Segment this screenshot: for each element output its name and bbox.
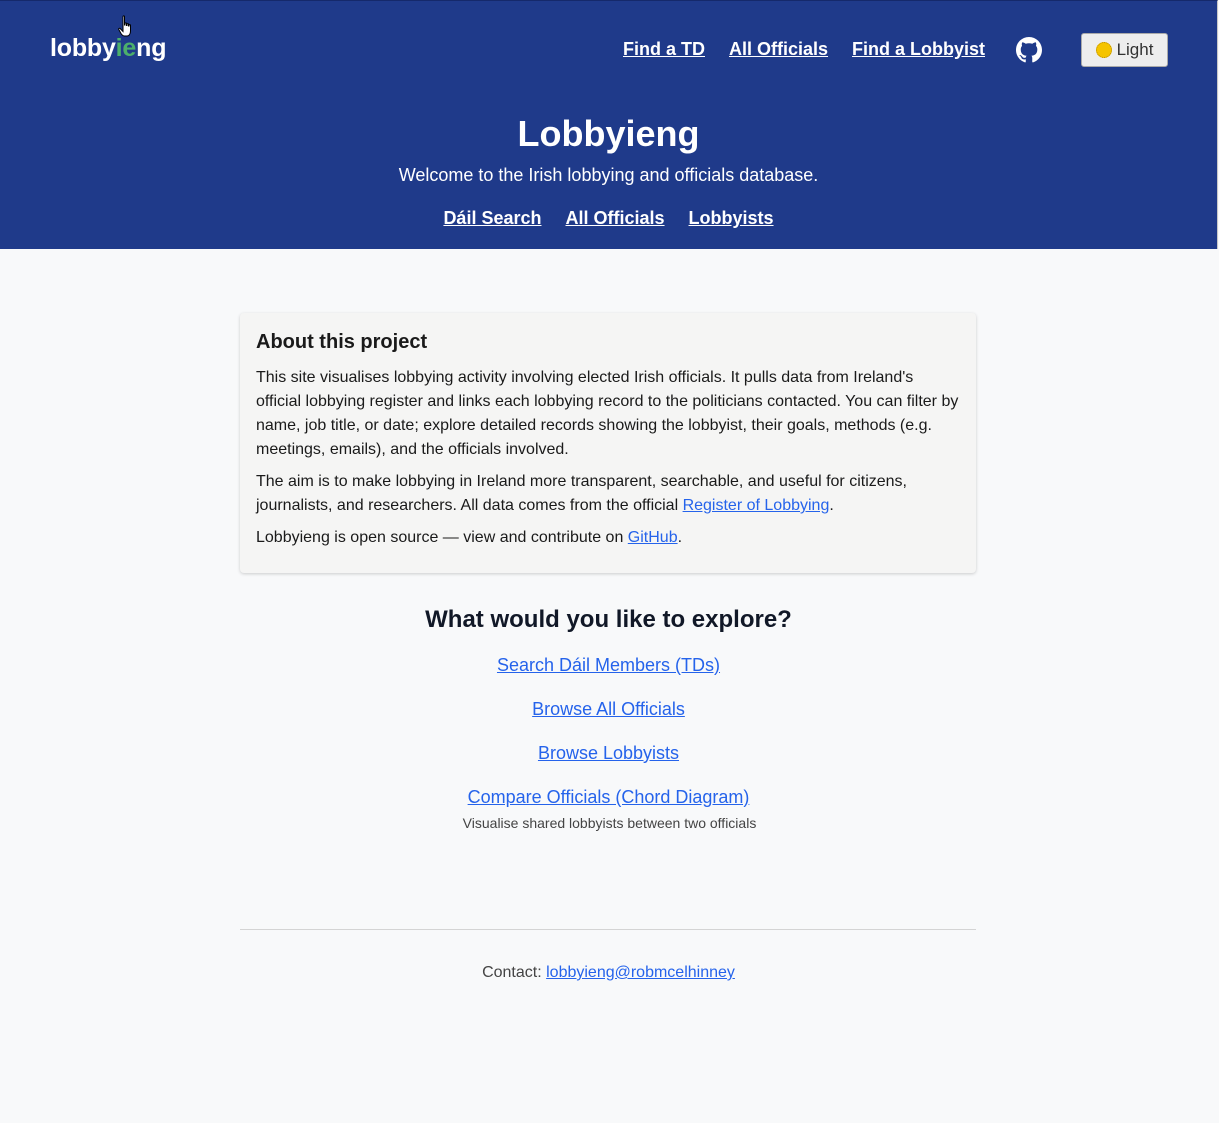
- site-header: lobbyieng Find a TD All Officials Find a…: [0, 0, 1218, 249]
- hero-subtitle: Welcome to the Irish lobbying and offici…: [398, 165, 819, 185]
- search-dail-members-link[interactable]: Search Dáil Members (TDs): [497, 655, 720, 675]
- top-nav: Find a TD All Officials Find a Lobbyist: [623, 39, 1009, 60]
- about-paragraph-3: Lobbyieng is open source — view and cont…: [256, 526, 960, 550]
- nav-find-lobbyist-link[interactable]: Find a Lobbyist: [852, 39, 985, 60]
- theme-toggle-label: Light: [1116, 40, 1154, 59]
- site-footer: Contact: lobbyieng@robmcelhinney: [0, 964, 1217, 982]
- about-paragraph-3-end: .: [677, 529, 683, 546]
- about-paragraph-2-end: .: [829, 497, 834, 514]
- register-of-lobbying-link[interactable]: Register of Lobbying: [683, 497, 830, 514]
- hero-dail-search-link[interactable]: Dáil Search: [443, 208, 541, 229]
- footer-divider: [240, 929, 976, 930]
- chord-diagram-note: Visualise shared lobbyists between two o…: [462, 815, 757, 831]
- about-paragraph-1: This site visualises lobbying activity i…: [256, 369, 959, 458]
- about-card: About this project This site visualises …: [240, 313, 976, 573]
- nav-all-officials-link[interactable]: All Officials: [729, 39, 828, 60]
- browse-all-officials-link[interactable]: Browse All Officials: [532, 699, 685, 719]
- theme-toggle-button[interactable]: Light: [1081, 33, 1168, 67]
- hero-title: Lobbyieng: [517, 113, 700, 154]
- github-icon[interactable]: [1016, 37, 1042, 63]
- contact-email-link[interactable]: lobbyieng@robmcelhinney: [546, 964, 735, 981]
- github-icon-svg: [1016, 37, 1042, 63]
- about-paragraph-3-text: Lobbyieng is open source — view and cont…: [256, 529, 628, 546]
- github-link[interactable]: GitHub: [628, 529, 678, 546]
- hand-cursor-icon: [118, 15, 131, 37]
- explore-item: Search Dáil Members (TDs): [0, 655, 1217, 699]
- browse-lobbyists-link[interactable]: Browse Lobbyists: [538, 743, 679, 763]
- explore-item: Browse All Officials: [0, 699, 1217, 743]
- logo-link[interactable]: lobbyieng: [50, 34, 166, 63]
- about-heading: About this project: [256, 331, 428, 353]
- hero-lobbyists-link[interactable]: Lobbyists: [689, 208, 774, 229]
- compare-officials-link[interactable]: Compare Officials (Chord Diagram): [468, 787, 750, 807]
- explore-links: Search Dáil Members (TDs) Browse All Off…: [0, 655, 1217, 831]
- logo-text-part1: lobby: [50, 34, 116, 62]
- nav-find-td-link[interactable]: Find a TD: [623, 39, 705, 60]
- hero-all-officials-link[interactable]: All Officials: [566, 208, 665, 229]
- explore-heading: What would you like to explore?: [425, 606, 792, 633]
- sun-icon: [1095, 42, 1112, 58]
- explore-item: Browse Lobbyists: [0, 743, 1217, 787]
- logo-text-part2: ng: [136, 34, 167, 62]
- hero-links: Dáil Search All Officials Lobbyists: [0, 208, 1217, 229]
- contact-label: Contact:: [482, 964, 547, 981]
- about-paragraph-2: The aim is to make lobbying in Ireland m…: [256, 470, 960, 518]
